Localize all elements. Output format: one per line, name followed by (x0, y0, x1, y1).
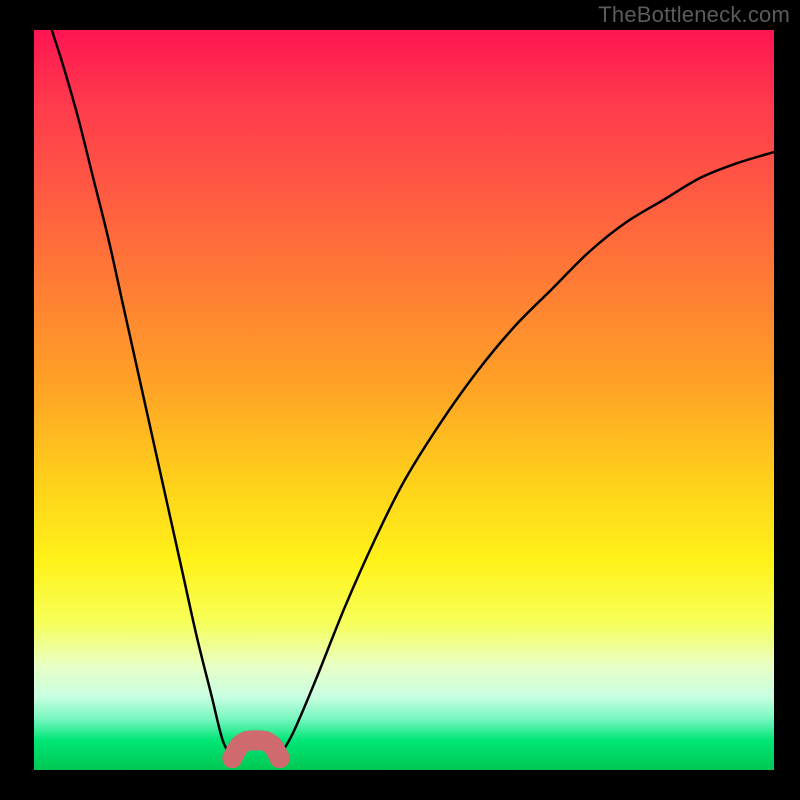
watermark-text: TheBottleneck.com (598, 2, 790, 28)
gradient-plot-area (34, 30, 774, 770)
chart-container: TheBottleneck.com (0, 0, 800, 800)
